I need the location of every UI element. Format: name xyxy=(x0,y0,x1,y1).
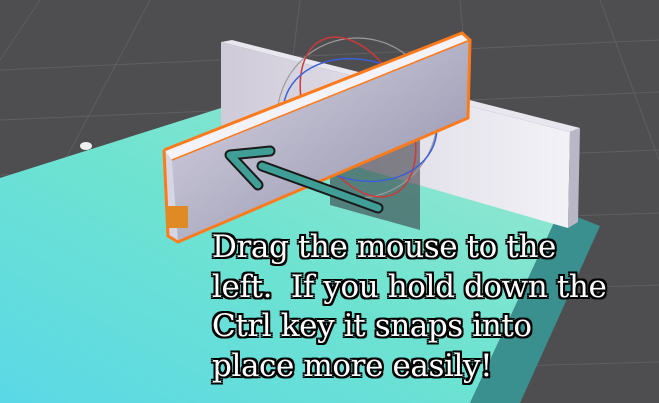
caption-line: Ctrl key it snaps into xyxy=(212,308,532,344)
caption-line: left. If you hold down the xyxy=(212,268,607,305)
instruction-caption: Drag the mouse to the left. If you hold … xyxy=(212,228,657,386)
small-object xyxy=(80,142,92,150)
scene-viewport[interactable]: Drag the mouse to the left. If you hold … xyxy=(0,0,659,403)
pivot-handle xyxy=(166,206,188,228)
caption-line: place more easily! xyxy=(212,347,493,384)
caption-line: Drag the mouse to the xyxy=(212,229,556,265)
